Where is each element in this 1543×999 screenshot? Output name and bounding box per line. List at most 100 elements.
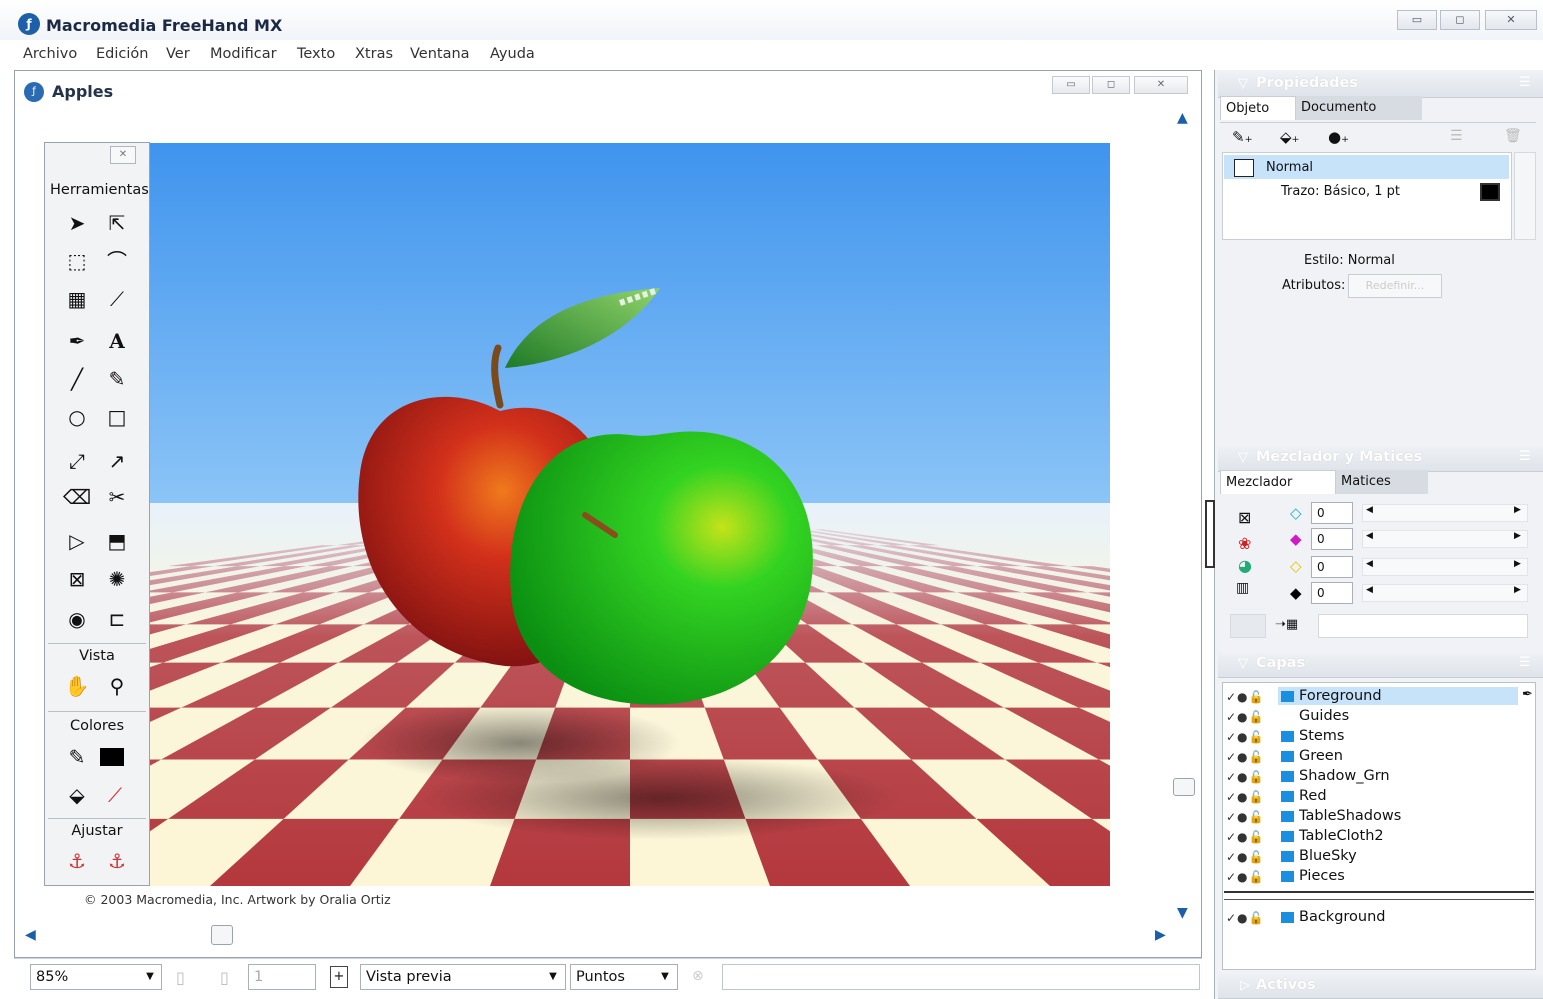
redefine-button[interactable]: Redefinir... [1348,274,1442,298]
freeform-tool-icon[interactable]: ↗ [102,446,132,476]
layer-visibility-lock-icons[interactable]: ✓●🔓 [1226,810,1264,824]
doc-close-button[interactable]: ✕ [1134,76,1188,94]
layer-color-swatch[interactable] [1281,811,1294,822]
lasso-tool-icon[interactable]: ⌒ [102,246,132,276]
toolbox-close-button[interactable]: ✕ [110,146,136,164]
scroll-down-arrow-icon[interactable]: ▼ [1177,905,1188,921]
hls-mode-icon[interactable]: ◕ [1238,556,1252,575]
knife-tool-icon[interactable]: ✂ [102,482,132,512]
layer-visibility-lock-icons[interactable]: ✓●🔓 [1226,750,1264,764]
add-to-swatches-icon[interactable]: ➝▦ [1275,617,1298,632]
add-fill-icon[interactable]: ⬙₊ [1280,128,1299,146]
layer-item-background[interactable]: Background [1299,907,1543,927]
text-tool-icon[interactable]: A [102,326,132,356]
fill-color-icon[interactable]: ⬙ [62,780,92,810]
units-dropdown-icon[interactable]: ▼ [655,965,675,989]
scale-tool-icon[interactable]: ⤢ [62,446,92,476]
black-value-field[interactable]: 0 [1311,582,1353,604]
rgb-mode-icon[interactable]: ❀ [1238,534,1251,553]
slider-right-arrow-icon[interactable]: ▶ [1514,559,1521,569]
layer-visibility-lock-icons[interactable]: ✓●🔓 [1226,710,1264,724]
layer-item-pieces[interactable]: Pieces [1299,866,1543,886]
stroke-color-icon[interactable]: ✎ [62,742,92,772]
subselect-tool-icon[interactable]: ⇱ [102,208,132,238]
collapse-arrow-icon[interactable]: ▽ [1238,76,1248,91]
zoom-tool-icon[interactable]: ⚲ [102,671,132,701]
layer-color-swatch[interactable] [1281,791,1294,802]
scroll-right-arrow-icon[interactable]: ▶ [1155,927,1166,943]
page-next-icon[interactable]: ▯ [220,968,229,987]
layer-visibility-lock-icons[interactable]: ✓●🔓 [1226,911,1264,925]
menu-ayuda[interactable]: Ayuda [490,46,535,62]
zoom-dropdown-icon[interactable]: ▼ [140,965,160,989]
layer-visibility-lock-icons[interactable]: ✓●🔓 [1226,790,1264,804]
panel-options-icon[interactable]: ☰ [1519,655,1531,670]
scroll-up-arrow-icon[interactable]: ▲ [1177,110,1188,126]
printing-layers-separator[interactable] [1224,891,1534,893]
artwork-canvas[interactable] [150,143,1110,886]
minimize-button[interactable]: ▭ [1397,10,1437,30]
layer-item-stems[interactable]: Stems [1299,726,1543,746]
layer-color-swatch[interactable] [1281,771,1294,782]
expand-arrow-icon[interactable]: ▷ [1240,978,1250,993]
properties-scrollbar[interactable] [1514,152,1536,240]
remove-item-icon[interactable]: 🗑 [1504,128,1522,144]
menu-modificar[interactable]: Modificar [210,46,277,62]
menu-texto[interactable]: Texto [297,46,335,62]
layer-item-shadow-grn[interactable]: Shadow_Grn [1299,766,1543,786]
slider-left-arrow-icon[interactable]: ◀ [1366,559,1373,569]
magenta-slider[interactable] [1362,530,1528,548]
action-tool-icon[interactable]: ◉ [62,604,92,634]
slider-left-arrow-icon[interactable]: ◀ [1366,531,1373,541]
layer-item-tablecloth2[interactable]: TableCloth2 [1299,826,1543,846]
layer-color-swatch[interactable] [1281,851,1294,862]
no-fill-swatch-icon[interactable]: ⟋ [100,780,130,810]
perspective-tool-icon[interactable]: ▷ [62,526,92,556]
panel-options-icon[interactable]: ☰ [1519,449,1531,464]
layer-color-swatch[interactable] [1281,691,1294,702]
layer-item-green[interactable]: Green [1299,746,1543,766]
pointer-tool-icon[interactable]: ➤ [62,208,92,238]
layer-visibility-lock-icons[interactable]: ✓●🔓 [1226,690,1264,704]
collapse-arrow-icon[interactable]: ▽ [1238,450,1248,465]
menu-edicion[interactable]: Edición [96,46,148,62]
doc-minimize-button[interactable]: ▭ [1052,76,1090,94]
layer-item-red[interactable]: Red [1299,786,1543,806]
pen-tool-icon[interactable]: ✒ [62,326,92,356]
cyan-slider[interactable] [1362,504,1528,522]
layer-visibility-lock-icons[interactable]: ✓●🔓 [1226,830,1264,844]
page-tool-icon[interactable]: ⬚ [62,246,92,276]
slider-right-arrow-icon[interactable]: ▶ [1514,505,1521,515]
horizontal-scroll-thumb[interactable] [211,925,233,945]
duplicate-item-icon[interactable]: ☰ [1450,128,1463,144]
page-field[interactable]: 1 [248,964,316,990]
connector-tool-icon[interactable]: ⊏ [102,604,132,634]
cyan-value-field[interactable]: 0 [1311,502,1353,524]
pencil-tool-icon[interactable]: ✎ [102,364,132,394]
tab-documento[interactable]: Documento [1296,96,1422,120]
layer-item-bluesky[interactable]: BlueSky [1299,846,1543,866]
cmyk-mode-icon[interactable]: ⊠ [1238,508,1251,527]
line-tool-icon[interactable]: ╱ [62,364,92,394]
vertical-scroll-thumb[interactable] [1173,778,1195,796]
view-mode-dropdown-icon[interactable]: ▼ [543,965,563,989]
layer-item-foreground[interactable]: Foreground [1299,686,1543,706]
extrude-tool-icon[interactable]: ⬒ [102,526,132,556]
layer-color-swatch[interactable] [1281,871,1294,882]
yellow-value-field[interactable]: 0 [1311,556,1353,578]
view-mode-select[interactable]: Vista previa [360,964,566,990]
dock-splitter[interactable] [1205,500,1215,568]
cancel-render-icon[interactable]: ⊗ [692,968,704,984]
color-well[interactable] [1230,614,1266,638]
hand-tool-icon[interactable]: ✋ [62,671,92,701]
layer-item-tableshadows[interactable]: TableShadows [1299,806,1543,826]
layer-visibility-lock-icons[interactable]: ✓●🔓 [1226,770,1264,784]
add-page-icon[interactable]: + [330,966,348,988]
magenta-value-field[interactable]: 0 [1311,528,1353,550]
tab-matices[interactable]: Matices [1336,470,1428,494]
slider-left-arrow-icon[interactable]: ◀ [1366,585,1373,595]
panel-options-icon[interactable]: ☰ [1519,75,1531,90]
black-slider[interactable] [1362,584,1528,602]
scroll-left-arrow-icon[interactable]: ◀ [25,927,36,943]
doc-maximize-button[interactable]: ◻ [1092,76,1130,94]
